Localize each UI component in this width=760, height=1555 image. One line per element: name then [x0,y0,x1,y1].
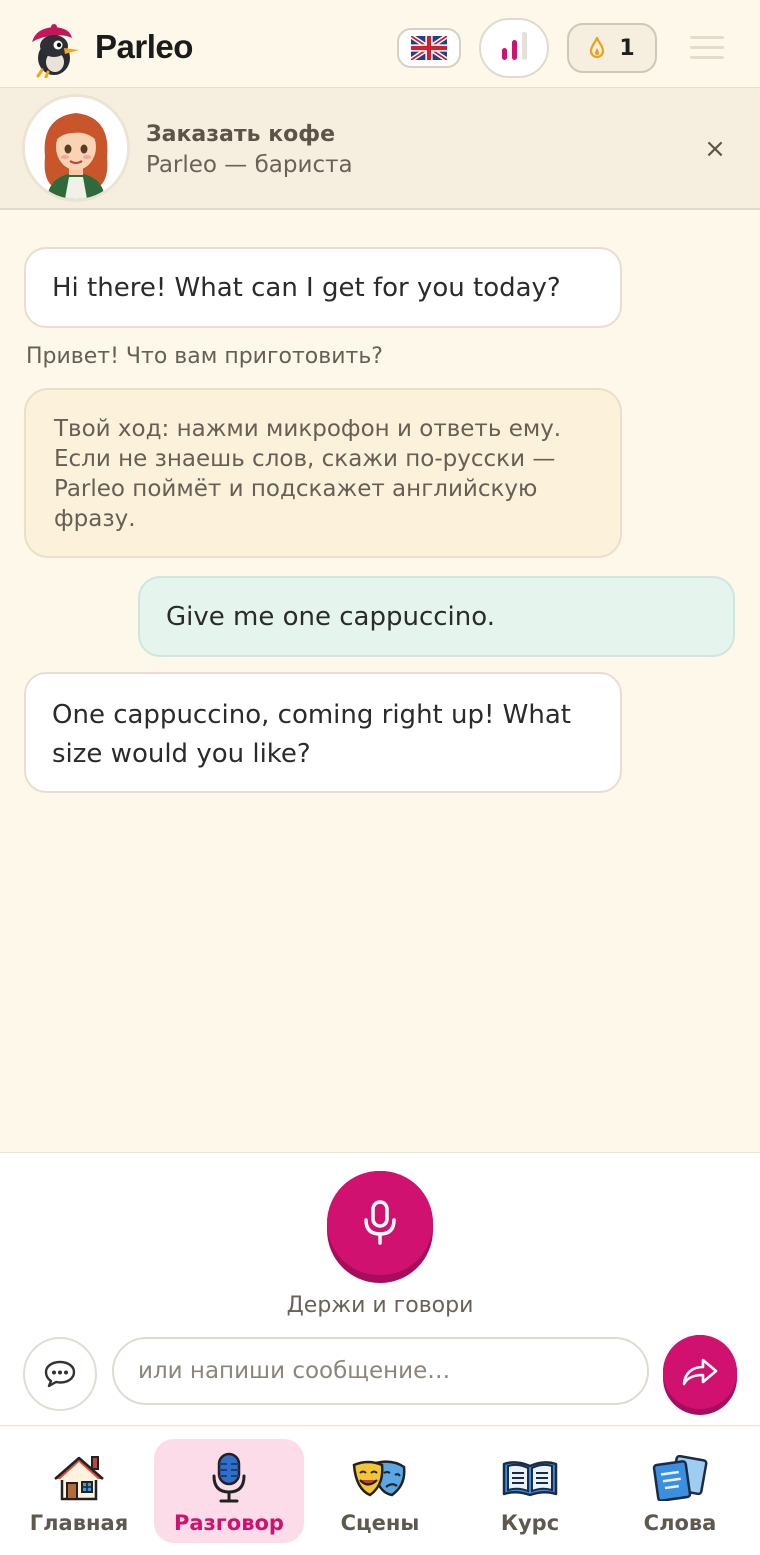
barista-avatar [22,94,130,202]
app-root: Parleo 1 Заказать кофе Parleo — бариста … [0,0,760,1555]
nav-label: Слова [643,1511,717,1535]
microphone-icon [364,1200,396,1245]
stats-bar-icon [501,48,507,60]
composer: Держи и говори [0,1152,760,1426]
bottom-navigation: Главная Разговор Сцены Курс Слова [0,1427,760,1555]
parleo-logo-icon[interactable] [24,20,82,79]
nav-label: Курс [500,1511,560,1535]
nav-item-words[interactable]: Слова [605,1439,755,1543]
nav-label: Разговор [174,1511,284,1535]
nav-label: Главная [29,1511,129,1535]
scene-title: Заказать кофе [146,122,335,147]
nav-item-home[interactable]: Главная [4,1439,154,1543]
tutor-hint: Твой ход: нажми микрофон и ответь ему. Е… [24,388,622,558]
word-cards-icon [652,1451,708,1505]
theater-masks-icon [352,1451,408,1505]
close-icon[interactable]: × [700,134,730,164]
scene-header: Заказать кофе Parleo — бариста × [0,88,760,210]
mic-hint-label: Держи и говори [286,1293,474,1318]
bot-message: One cappuccino, coming right up! What si… [24,672,622,793]
message-translation: Привет! Что вам приготовить? [26,344,383,369]
user-message: Give me one cappuccino. [138,576,735,657]
message-input[interactable] [112,1337,649,1405]
stats-bar-icon [521,32,527,60]
nav-item-scenes[interactable]: Сцены [305,1439,455,1543]
open-book-icon [502,1451,558,1505]
uk-flag-icon [411,36,447,60]
scene-subtitle: Parleo — бариста [146,152,353,178]
language-selector-button[interactable] [397,28,461,68]
chat-transcript: Hi there! What can I get for you today? … [0,210,760,1152]
stats-bar-icon [511,40,517,60]
send-button[interactable] [663,1335,737,1415]
progress-stats-button[interactable] [479,18,549,78]
hold-to-talk-button[interactable] [327,1171,433,1283]
hamburger-menu-icon[interactable] [690,36,724,62]
speech-bubble-icon [44,1360,76,1388]
home-icon [51,1451,107,1505]
brand-name: Parleo [95,28,193,65]
share-arrow-icon [682,1358,718,1386]
top-header: Parleo 1 [0,0,760,88]
nav-item-course[interactable]: Курс [455,1439,605,1543]
streak-count: 1 [619,35,635,61]
streak-counter-button[interactable]: 1 [567,23,657,73]
text-mode-toggle-button[interactable] [23,1337,97,1411]
flame-icon [590,37,605,59]
nav-item-conversation[interactable]: Разговор [154,1439,304,1543]
nav-label: Сцены [340,1511,420,1535]
bot-message: Hi there! What can I get for you today? [24,247,622,328]
microphone-icon [201,1451,257,1505]
